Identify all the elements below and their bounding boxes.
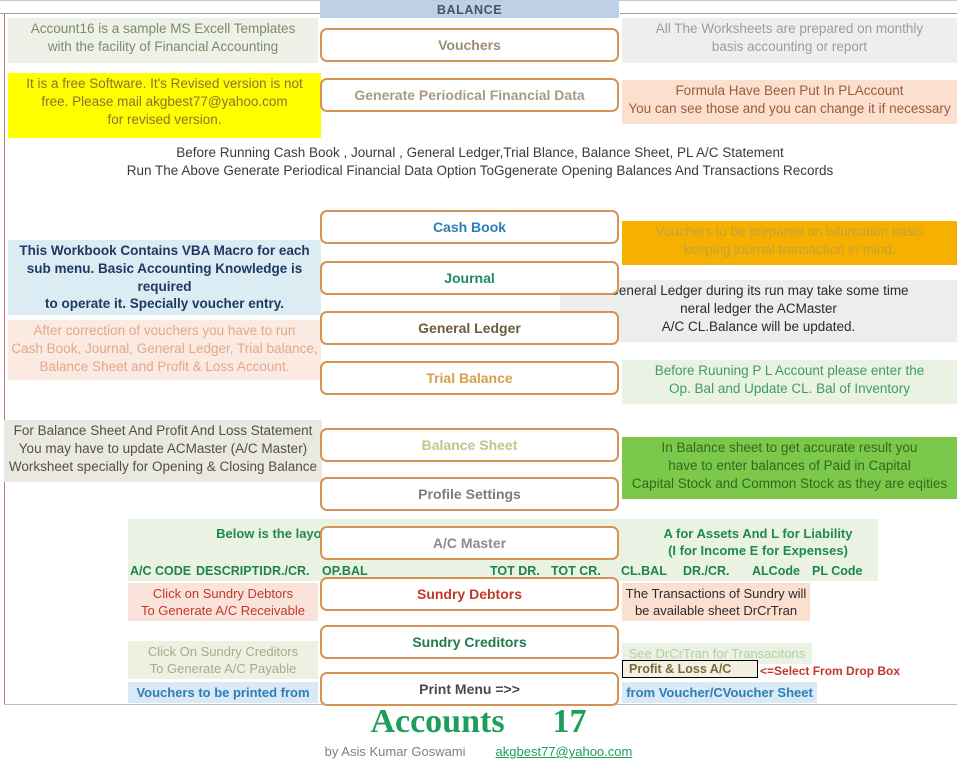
top-divider-left [0,13,320,14]
ledger-col-descripti: DESCRIPTI [196,564,263,578]
trial-balance-button[interactable]: Trial Balance [320,361,619,395]
sundry-creditors-button[interactable]: Sundry Creditors [320,625,619,659]
note-vouchers-bifurcation: Vouchers to be prepared on bifurcation b… [622,221,957,265]
note-general-ledger-run: General Ledger during its run may take s… [560,280,957,342]
app-version-number: 17 [552,703,587,740]
note-free-software: It is a free Software. It's Revised vers… [8,73,321,138]
sundry-debtors-button[interactable]: Sundry Debtors [320,577,619,611]
workbook-menu-screen: BALANCE A/C CODE DESCRIPTI DR./CR. OP.BA… [0,0,957,781]
ledger-col-pl-code: PL Code [812,564,863,578]
balance-sheet-button[interactable]: Balance Sheet [320,428,619,462]
ledger-col-drcr-2: DR./CR. [683,564,730,578]
balance-header: BALANCE [320,1,619,18]
top-divider-right [620,13,957,14]
note-update-acmaster: For Balance Sheet And Profit And Loss St… [4,420,322,482]
profile-settings-button[interactable]: Profile Settings [320,477,619,511]
author-email-link[interactable]: akgbest77@yahoo.com [496,744,633,759]
note-balance-sheet-accuracy: In Balance sheet to get accurate result … [622,437,957,499]
note-click-sundry-debtors: Click on Sundry Debtors To Generate A/C … [128,583,318,622]
general-ledger-button[interactable]: General Ledger [320,311,619,345]
author-name: by Asis Kumar Goswami [324,744,466,759]
ledger-col-alcode: ALCode [752,564,800,578]
note-formula-placcount: Formula Have Been Put In PLAccount You c… [622,80,957,124]
profit-loss-dropdown[interactable]: Profit & Loss A/C [622,660,758,678]
note-intro: Account16 is a sample MS Excell Template… [8,18,318,63]
note-worksheets-monthly: All The Worksheets are prepared on month… [622,18,957,63]
ledger-col-drcr-1: DR./CR. [263,564,310,578]
ac-master-button[interactable]: A/C Master [320,526,619,560]
app-title: Accounts 17 [0,703,957,741]
author-line: by Asis Kumar Goswami akgbest77@yahoo.com [0,744,957,759]
print-menu-button[interactable]: Print Menu =>> [320,672,619,706]
note-vba-macro: This Workbook Contains VBA Macro for eac… [8,240,321,316]
note-before-running: Before Running Cash Book , Journal , Gen… [126,145,834,178]
note-assets-liability: A for Assets And L for Liability (I for … [663,526,853,559]
left-vertical-rule [4,14,5,704]
note-before-pl-account: Before Ruuning P L Account please enter … [622,360,957,404]
ledger-col-op-bal: OP.BAL [322,564,368,578]
ledger-col-tot-cr: TOT CR. [551,564,601,578]
ledger-col-tot-dr: TOT DR. [490,564,540,578]
vouchers-button[interactable]: Vouchers [320,28,619,62]
ledger-col-ac-code: A/C CODE [130,564,192,578]
cash-book-button[interactable]: Cash Book [320,210,619,244]
note-after-correction: After correction of vouchers you have to… [8,320,321,380]
app-title-text: Accounts [370,703,505,740]
note-click-sundry-creditors: Click On Sundry Creditors To Generate A/… [128,641,318,680]
journal-button[interactable]: Journal [320,261,619,295]
note-sundry-transactions: The Transactions of Sundry will be avail… [622,583,810,622]
ledger-col-cl-bal: CL.BAL [621,564,667,578]
note-vouchers-printed-from: Vouchers to be printed from [128,682,318,704]
generate-data-button[interactable]: Generate Periodical Financial Data [320,78,619,112]
note-from-voucher-sheet: from Voucher/CVoucher Sheet [622,682,817,704]
dropdown-hint-label: <=Select From Drop Box [760,664,901,678]
